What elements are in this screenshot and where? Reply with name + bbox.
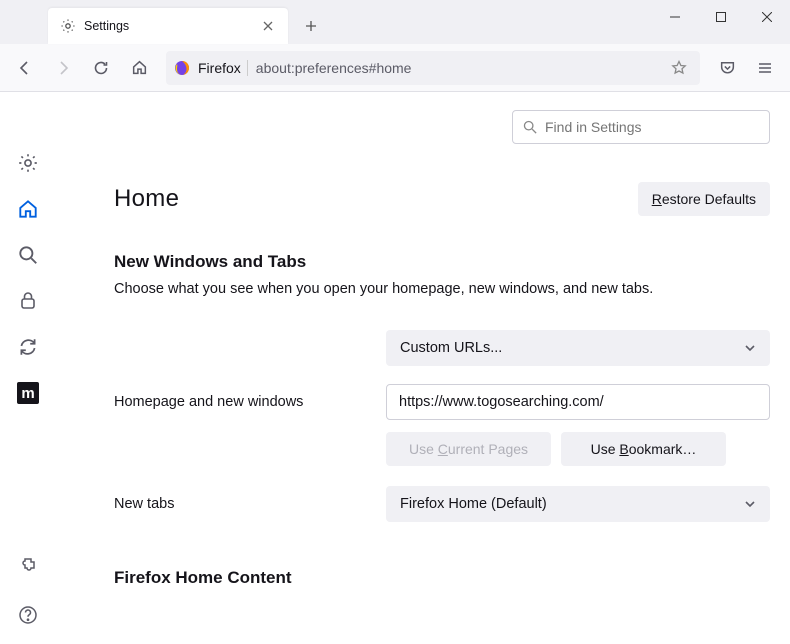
sidebar-search-icon[interactable] [17, 244, 39, 266]
navigation-toolbar: Firefox about:preferences#home [0, 44, 790, 92]
separator [247, 60, 248, 76]
forward-button[interactable] [46, 51, 80, 85]
sidebar-extensions-icon[interactable] [17, 554, 39, 576]
window-controls [652, 0, 790, 34]
back-button[interactable] [8, 51, 42, 85]
section-heading: New Windows and Tabs [114, 252, 770, 272]
gear-icon [60, 18, 76, 34]
menu-button[interactable] [748, 51, 782, 85]
sidebar-sync-icon[interactable] [17, 336, 39, 358]
firefox-icon [174, 60, 190, 76]
content-area: m Home Restore Defaults New Windows and … [0, 92, 790, 644]
sidebar-home-icon[interactable] [17, 198, 39, 220]
newtabs-mode-select[interactable]: Firefox Home (Default) [386, 486, 770, 522]
section-description: Choose what you see when you open your h… [114, 280, 770, 300]
browser-tab-settings[interactable]: Settings [48, 8, 288, 44]
new-tab-button[interactable] [296, 11, 326, 41]
page-title: Home [114, 185, 179, 213]
sidebar-privacy-icon[interactable] [17, 290, 39, 312]
homepage-label: Homepage and new windows [114, 394, 374, 410]
search-input[interactable] [545, 119, 759, 135]
close-icon[interactable] [258, 16, 278, 36]
sidebar-general-icon[interactable] [17, 152, 39, 174]
search-icon [523, 120, 537, 134]
url-context: Firefox [198, 60, 241, 76]
chevron-down-icon [744, 498, 756, 510]
homepage-url-input[interactable] [386, 384, 770, 420]
maximize-button[interactable] [698, 0, 744, 34]
settings-main: Home Restore Defaults New Windows and Ta… [56, 92, 790, 644]
home-button[interactable] [122, 51, 156, 85]
sidebar-help-icon[interactable] [17, 604, 39, 626]
settings-sidebar: m [0, 92, 56, 644]
homepage-mode-select[interactable]: Custom URLs... [386, 330, 770, 366]
tab-title: Settings [84, 19, 258, 33]
select-value: Firefox Home (Default) [400, 496, 547, 512]
pocket-button[interactable] [710, 51, 744, 85]
minimize-button[interactable] [652, 0, 698, 34]
chevron-down-icon [744, 342, 756, 354]
address-bar[interactable]: Firefox about:preferences#home [166, 51, 700, 85]
url-text: about:preferences#home [256, 60, 666, 76]
restore-defaults-button[interactable]: Restore Defaults [638, 182, 770, 216]
use-current-pages-button[interactable]: Use Current Pages [386, 432, 551, 466]
use-bookmark-button[interactable]: Use Bookmark… [561, 432, 726, 466]
newtabs-label: New tabs [114, 496, 374, 512]
bookmark-star-icon[interactable] [666, 55, 692, 81]
select-value: Custom URLs... [400, 340, 502, 356]
find-in-settings[interactable] [512, 110, 770, 144]
close-window-button[interactable] [744, 0, 790, 34]
sidebar-more-icon[interactable]: m [17, 382, 39, 404]
reload-button[interactable] [84, 51, 118, 85]
section-heading: Firefox Home Content [114, 568, 770, 588]
